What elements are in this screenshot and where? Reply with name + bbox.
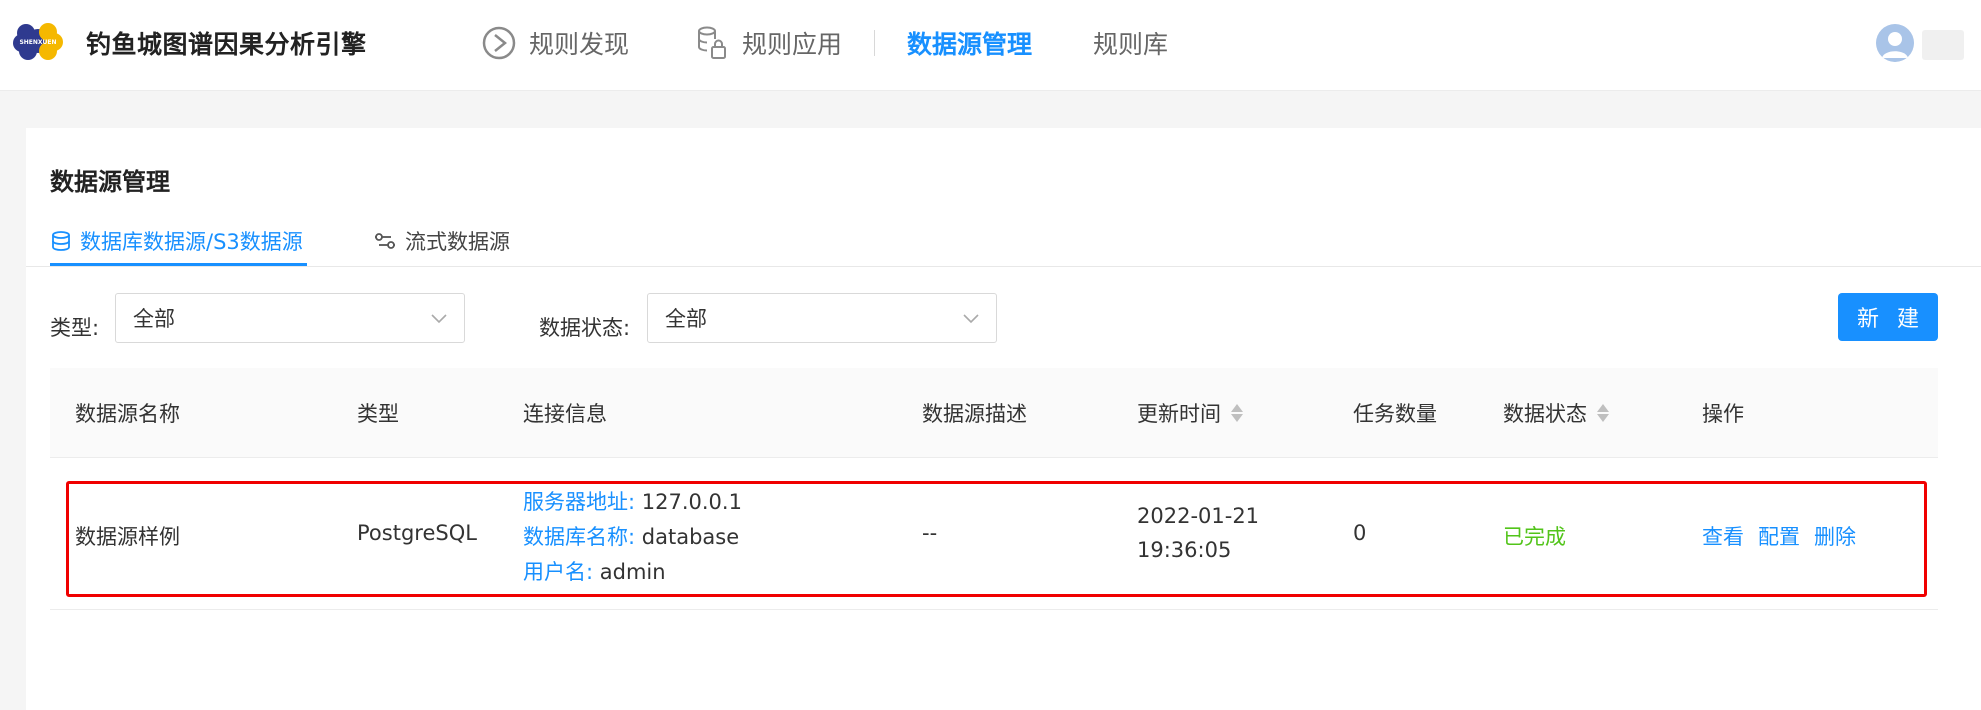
- cell-updated-time: 19:36:05: [1137, 538, 1232, 562]
- main-card: 数据源管理 数据库数据源/S3数据源 流式数据源 类型: 全部 数据状态: 全部…: [26, 128, 1981, 710]
- connection-line: 用户名: admin: [523, 556, 666, 586]
- cell-updated-date: 2022-01-21: [1137, 504, 1260, 528]
- user-avatar[interactable]: [1876, 24, 1914, 62]
- type-filter-label: 类型:: [50, 316, 100, 340]
- column-header-name: 数据源名称: [75, 402, 180, 426]
- tab-stream-datasource[interactable]: 流式数据源: [373, 216, 510, 266]
- connection-key: 服务器地址:: [523, 490, 636, 514]
- connection-value: admin: [599, 560, 666, 584]
- tab-label: 数据库数据源/S3数据源: [80, 230, 303, 254]
- nav-item-label: 规则发现: [529, 30, 630, 59]
- column-header-description: 数据源描述: [922, 402, 1027, 426]
- app-title: 钓鱼城图谱因果分析引擎: [86, 30, 367, 59]
- database-lock-icon: [694, 25, 730, 61]
- top-header: SHENXUEN 钓鱼城图谱因果分析引擎 规则发现 规则应用 数据源管理 规则库: [0, 0, 1981, 91]
- new-datasource-button[interactable]: 新 建: [1838, 293, 1938, 341]
- column-header-label: 数据状态: [1503, 402, 1587, 426]
- nav-item-label: 数据源管理: [907, 30, 1033, 59]
- tab-label: 流式数据源: [405, 230, 510, 254]
- column-header-status[interactable]: 数据状态: [1503, 368, 1609, 458]
- type-filter-value: 全部: [133, 307, 175, 331]
- column-header-actions: 操作: [1702, 402, 1744, 426]
- nav-item-rule-application[interactable]: 规则应用: [694, 22, 842, 64]
- database-icon: [50, 230, 72, 252]
- nav-item-datasource-management[interactable]: 数据源管理: [907, 22, 1032, 64]
- chevron-down-icon: [962, 308, 980, 332]
- chevron-down-icon: [430, 308, 448, 332]
- column-header-connection: 连接信息: [523, 402, 607, 426]
- discover-icon: [481, 25, 517, 61]
- column-header-label: 更新时间: [1137, 402, 1221, 426]
- cell-description: --: [922, 521, 938, 545]
- nav-item-label: 规则应用: [742, 30, 843, 59]
- status-filter-label: 数据状态:: [539, 316, 631, 340]
- configure-link[interactable]: 配置: [1758, 521, 1800, 551]
- app-logo[interactable]: SHENXUEN: [12, 21, 64, 61]
- tabs-divider: [26, 266, 1981, 267]
- nav-divider: [874, 30, 875, 56]
- nav-item-label: 规则库: [1093, 30, 1169, 59]
- column-header-updated-time[interactable]: 更新时间: [1137, 368, 1243, 458]
- stream-icon: [373, 230, 397, 252]
- type-filter-select[interactable]: 全部: [115, 293, 465, 343]
- user-name-placeholder[interactable]: [1922, 30, 1964, 60]
- cell-type: PostgreSQL: [357, 521, 477, 545]
- delete-link[interactable]: 删除: [1814, 521, 1856, 551]
- table-row: 数据源样例 PostgreSQL 服务器地址: 127.0.0.1 数据库名称:…: [50, 460, 1938, 610]
- column-header-type: 类型: [357, 402, 399, 426]
- view-link[interactable]: 查看: [1702, 521, 1744, 551]
- table-header: 数据源名称 类型 连接信息 数据源描述 更新时间 任务数量 数据状态 操作: [50, 368, 1938, 458]
- sort-icon[interactable]: [1231, 404, 1243, 422]
- status-filter-select[interactable]: 全部: [647, 293, 997, 343]
- page-title: 数据源管理: [50, 168, 170, 196]
- connection-line: 数据库名称: database: [523, 521, 739, 551]
- cell-datasource-name: 数据源样例: [75, 525, 180, 549]
- nav-item-rule-discovery[interactable]: 规则发现: [481, 22, 629, 64]
- connection-line: 服务器地址: 127.0.0.1: [523, 486, 742, 516]
- logo-text: SHENXUEN: [19, 39, 56, 46]
- column-header-task-count: 任务数量: [1353, 402, 1437, 426]
- connection-key: 用户名:: [523, 560, 594, 584]
- cell-task-count: 0: [1353, 521, 1367, 545]
- sort-icon[interactable]: [1597, 404, 1609, 422]
- status-badge: 已完成: [1503, 525, 1566, 549]
- status-filter-value: 全部: [665, 307, 707, 331]
- connection-key: 数据库名称:: [523, 525, 636, 549]
- tab-database-s3-datasource[interactable]: 数据库数据源/S3数据源: [50, 216, 303, 266]
- connection-value: database: [641, 525, 740, 549]
- nav-item-rule-library[interactable]: 规则库: [1093, 22, 1168, 64]
- connection-value: 127.0.0.1: [641, 490, 742, 514]
